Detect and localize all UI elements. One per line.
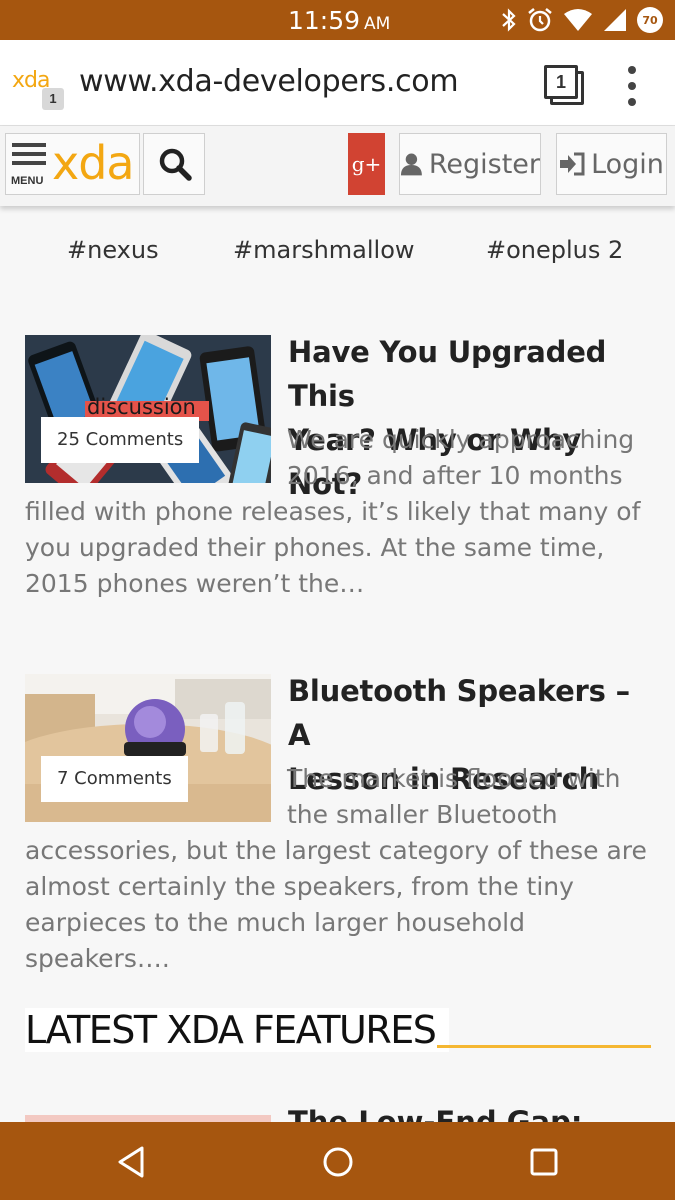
section-divider xyxy=(437,1045,651,1048)
browser-toolbar: xda 1 www.xda-developers.com 1 xyxy=(0,40,675,126)
thumbnail-label: discussion xyxy=(87,395,196,419)
article-title[interactable]: The Low-End Gap: Quick xyxy=(288,1100,675,1122)
url-field[interactable]: www.xda-developers.com xyxy=(79,64,459,99)
sign-in-icon xyxy=(560,152,585,176)
search-button[interactable] xyxy=(143,133,205,195)
system-nav-bar xyxy=(0,1122,675,1200)
article-card: 7 Comments Bluetooth Speakers – A Lesson… xyxy=(25,669,650,979)
article-excerpt: The market is flooded with the smaller B… xyxy=(25,761,650,977)
status-ampm: AM xyxy=(364,14,391,34)
google-plus-button[interactable]: g+ xyxy=(348,133,385,195)
site-header: MENU xda g+ Register Login xyxy=(0,126,675,206)
tag-link-oneplus-2[interactable]: #oneplus 2 xyxy=(486,236,623,264)
tab-switcher-button[interactable]: 1 xyxy=(544,65,586,105)
status-time: 11:59 AM xyxy=(288,6,390,35)
user-icon xyxy=(400,153,422,176)
section-title: LATEST XDA FEATURES xyxy=(25,1008,450,1052)
overflow-menu-icon[interactable] xyxy=(622,66,642,106)
battery-level: 70 xyxy=(642,13,658,27)
tag-link-nexus[interactable]: #nexus xyxy=(67,236,159,264)
tag-link-marshmallow[interactable]: #marshmallow xyxy=(233,236,415,264)
tab-count: 1 xyxy=(544,65,578,99)
register-label: Register xyxy=(428,148,540,180)
status-icons: 70 xyxy=(501,6,663,34)
article-excerpt: We are quickly approaching 2016, and aft… xyxy=(25,422,650,602)
article-card: discussion 25 Comments Have You Upgraded… xyxy=(25,330,650,610)
login-button[interactable]: Login xyxy=(556,133,667,195)
hamburger-icon xyxy=(12,143,46,170)
menu-button[interactable]: MENU xda xyxy=(5,133,140,195)
signal-icon xyxy=(604,9,626,31)
search-icon xyxy=(159,148,192,181)
status-time-value: 11:59 xyxy=(288,6,361,35)
xda-logo: xda xyxy=(52,136,135,190)
alarm-icon xyxy=(528,8,552,32)
favicon-badge: 1 xyxy=(42,88,64,110)
bluetooth-icon xyxy=(502,8,516,32)
login-label: Login xyxy=(591,148,664,180)
battery-icon: 70 xyxy=(637,7,663,33)
wifi-icon xyxy=(564,9,592,31)
article-title-line: Bluetooth Speakers – A xyxy=(288,674,630,752)
back-icon[interactable] xyxy=(112,1142,152,1182)
recents-icon[interactable] xyxy=(524,1142,564,1182)
site-favicon[interactable]: xda 1 xyxy=(12,68,64,112)
menu-label: MENU xyxy=(11,175,44,187)
trending-tags: #nexus #marshmallow #oneplus 2 xyxy=(0,236,675,268)
home-icon[interactable] xyxy=(318,1142,358,1182)
register-button[interactable]: Register xyxy=(399,133,541,195)
status-bar: 11:59 AM 70 xyxy=(0,0,675,40)
article-title-line: Have You Upgraded This xyxy=(288,335,607,413)
